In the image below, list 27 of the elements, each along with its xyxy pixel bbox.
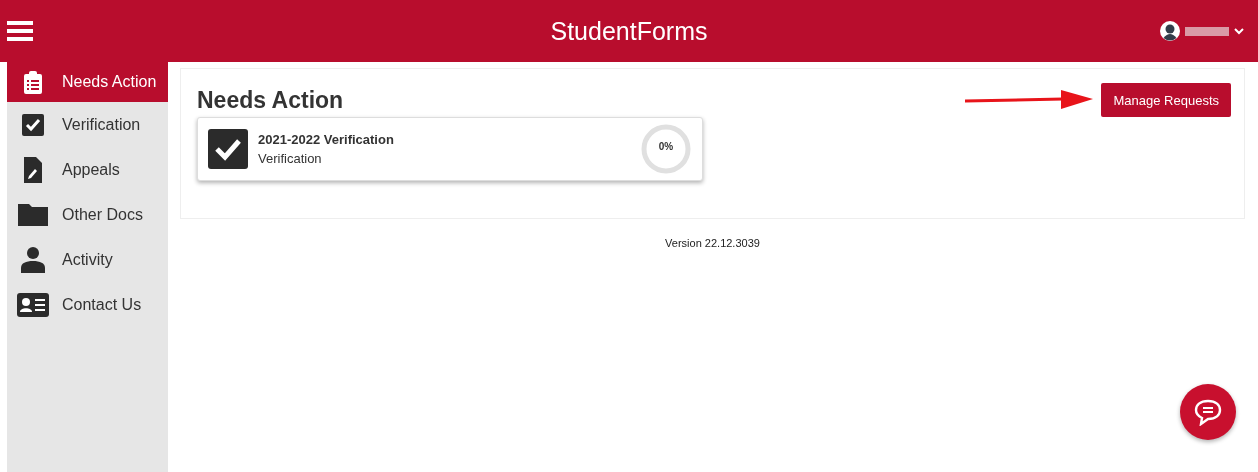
sidebar-item[interactable]: Other Docs bbox=[7, 192, 168, 237]
sidebar-item[interactable]: Needs Action bbox=[7, 62, 168, 102]
version-text: Version 22.12.3039 bbox=[664, 237, 761, 249]
document-icon bbox=[24, 156, 42, 183]
sidebar-item[interactable]: Appeals bbox=[7, 147, 168, 192]
sidebar-item[interactable]: Activity bbox=[7, 237, 168, 282]
sidebar-item[interactable]: Contact Us bbox=[7, 282, 168, 327]
person-icon bbox=[21, 246, 45, 273]
menu-icon[interactable] bbox=[7, 20, 33, 42]
manage-requests-button[interactable]: Manage Requests bbox=[1101, 83, 1231, 117]
card-subtitle: Verification bbox=[258, 151, 323, 166]
user-menu[interactable] bbox=[1158, 19, 1246, 43]
progress-percent: 0% bbox=[657, 141, 675, 152]
app-title: StudentForms bbox=[550, 16, 708, 46]
sidebar-item[interactable]: Verification bbox=[7, 102, 168, 147]
checkbox-icon bbox=[22, 113, 44, 136]
chat-icon[interactable] bbox=[1180, 384, 1236, 440]
clipboard-icon bbox=[24, 70, 42, 94]
card-title: 2021-2022 Verification bbox=[258, 132, 395, 147]
blurred-name-drawing bbox=[1185, 26, 1229, 36]
form-card[interactable]: 2021-2022 Verification Verification 0% bbox=[197, 117, 703, 181]
page-heading: Needs Action bbox=[197, 87, 344, 114]
avatar-icon bbox=[1160, 21, 1180, 41]
caret-icon bbox=[1234, 27, 1244, 35]
contact-card-icon bbox=[17, 292, 49, 317]
folder-icon bbox=[18, 203, 48, 226]
checkbox-icon bbox=[208, 129, 248, 169]
